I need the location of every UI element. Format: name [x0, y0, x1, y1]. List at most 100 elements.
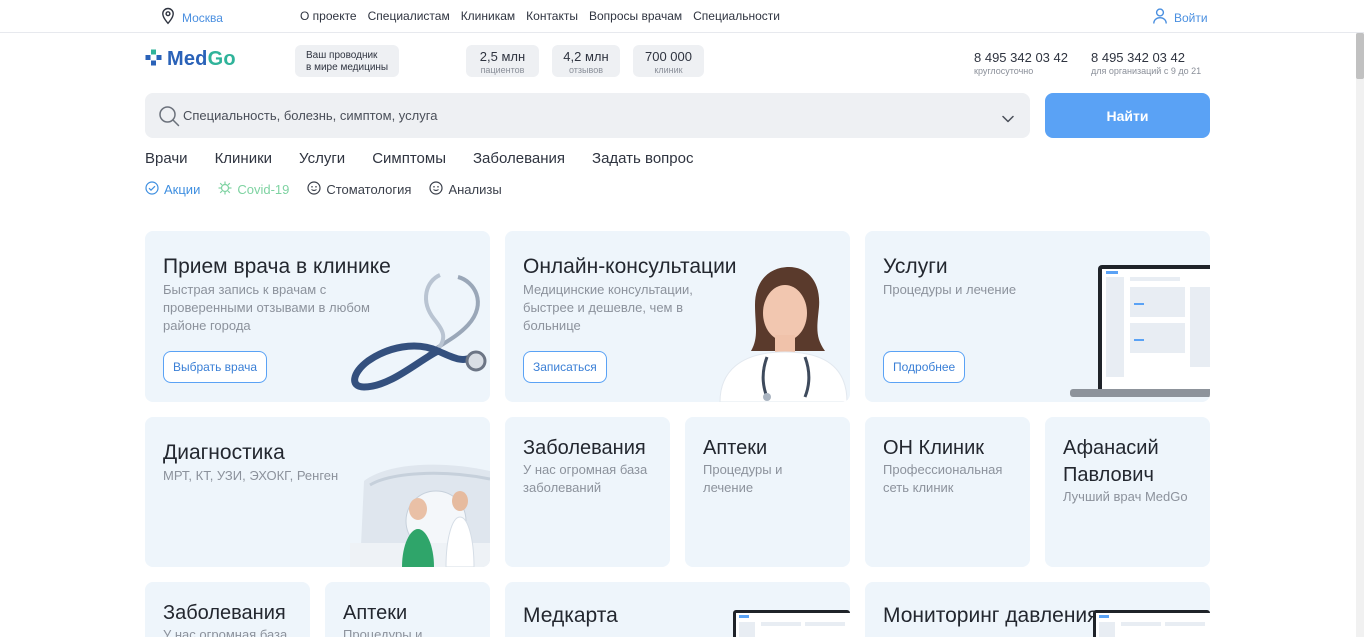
stat-value: 2,5 млн [479, 49, 526, 64]
phone-desc: для организаций с 9 до 21 [1091, 66, 1202, 76]
card-subtitle: Медицинские консультации, быстрее и дешев… [523, 282, 693, 333]
stat-clinics: 700 000 клиник [633, 45, 704, 77]
stat-value: 4,2 млн [563, 49, 609, 64]
quick-link-covid[interactable]: Covid-19 [218, 181, 289, 198]
card-subtitle: Процедуры и [343, 627, 423, 637]
card-title: Мониторинг давления [883, 604, 1099, 627]
card-title: Аптеки [343, 602, 408, 624]
user-icon [1152, 7, 1168, 28]
check-circle-icon [145, 181, 159, 198]
card-diseases-2[interactable]: Заболевания У нас огромная база [145, 582, 310, 637]
scrollbar-track[interactable] [1356, 33, 1364, 637]
card-title: Диагностика [163, 441, 285, 464]
chevron-down-icon[interactable] [1002, 110, 1014, 128]
quick-link-dentistry[interactable]: Стоматология [307, 181, 411, 198]
medcard-screenshot [733, 610, 850, 637]
card-title: Медкарта [523, 604, 618, 627]
card-title: ОН Клиник [883, 437, 985, 459]
card-pharmacies[interactable]: Аптеки Процедуры и лечение [685, 417, 850, 567]
search-input[interactable] [183, 93, 983, 138]
city-label[interactable]: Москва [182, 11, 223, 25]
search-bar [145, 93, 1030, 138]
location-pin-icon [160, 7, 176, 28]
phone-24h[interactable]: 8 495 342 03 42 круглосуточно [974, 50, 1068, 77]
choose-doctor-button[interactable]: Выбрать врача [163, 351, 268, 383]
quick-link-promotions[interactable]: Акции [145, 181, 200, 198]
card-subtitle: Быстрая запись к врачам с проверенными от… [163, 282, 370, 333]
stat-label: пациентов [480, 65, 525, 75]
quick-link-label[interactable]: Covid-19 [237, 182, 289, 197]
login-link[interactable]: Войти [1152, 7, 1208, 28]
card-diseases[interactable]: Заболевания У нас огромная база заболеван… [505, 417, 670, 567]
main-nav-services[interactable]: Услуги [299, 150, 345, 167]
phone-organizations[interactable]: 8 495 342 03 42 для организаций с 9 до 2… [1091, 50, 1201, 77]
quick-link-label[interactable]: Акции [164, 182, 200, 197]
smiley-icon [307, 181, 321, 198]
stat-label: клиник [654, 65, 683, 75]
virus-icon [218, 181, 232, 198]
stat-patients: 2,5 млн пациентов [466, 45, 539, 77]
card-subtitle: Профессиональная сеть клиник [883, 462, 1003, 495]
tagline-badge: Ваш проводник в мире медицины [295, 45, 399, 77]
card-services[interactable]: Услуги Процедуры и лечение Подробнее [865, 231, 1210, 402]
login-label[interactable]: Войти [1174, 11, 1208, 25]
top-nav-contacts[interactable]: Контакты [526, 9, 578, 23]
top-nav-questions[interactable]: Вопросы врачам [589, 9, 682, 23]
card-title: Заболевания [163, 602, 286, 624]
quick-link-label[interactable]: Стоматология [326, 182, 411, 197]
city-selector[interactable]: Москва [160, 7, 223, 28]
phone-desc: круглосуточно [974, 66, 1034, 76]
search-icon [158, 105, 180, 132]
card-subtitle: Лучший врач MedGo [1063, 489, 1188, 504]
top-nav-specialists[interactable]: Специалистам [368, 9, 450, 23]
doctor-photo [719, 267, 848, 402]
find-button[interactable]: Найти [1045, 93, 1210, 138]
card-subtitle: У нас огромная база [163, 627, 288, 637]
card-title: Афанасий Павлович [1063, 437, 1159, 486]
top-nav-specialties[interactable]: Специальности [693, 9, 780, 23]
logo[interactable]: MedGo [145, 48, 236, 71]
main-nav-symptoms[interactable]: Симптомы [372, 150, 446, 167]
card-medical-record[interactable]: Медкарта [505, 582, 850, 637]
quick-link-tests[interactable]: Анализы [429, 181, 502, 198]
card-title: Заболевания [523, 437, 646, 459]
card-subtitle: Процедуры и лечение [883, 282, 1017, 297]
top-nav-clinics[interactable]: Клиникам [461, 9, 515, 23]
card-pressure-monitoring[interactable]: Мониторинг давления [865, 582, 1210, 637]
top-bar: Москва О проекте Специалистам Клиникам К… [0, 0, 1364, 33]
card-title: Аптеки [703, 437, 768, 459]
card-title: Услуги [883, 255, 948, 278]
laptop-screenshot [1070, 265, 1210, 397]
quick-links: Акции Covid-19 Стоматология Анализы [145, 181, 502, 198]
card-subtitle: МРТ, КТ, УЗИ, ЭХОКГ, Ренген [163, 468, 339, 483]
stat-reviews: 4,2 млн отзывов [552, 45, 620, 77]
smiley-icon [429, 181, 444, 198]
main-nav-diseases[interactable]: Заболевания [473, 150, 565, 167]
main-nav-doctors[interactable]: Врачи [145, 150, 188, 167]
quick-link-label[interactable]: Анализы [448, 182, 501, 197]
logo-text: MedGo [167, 48, 236, 70]
phone-number[interactable]: 8 495 342 03 42 [1091, 50, 1201, 65]
main-nav-ask-question[interactable]: Задать вопрос [592, 150, 693, 167]
pressure-screenshot [1093, 610, 1210, 637]
card-on-clinic[interactable]: ОН Клиник Профессиональная сеть клиник [865, 417, 1030, 567]
card-best-doctor[interactable]: Афанасий Павлович Лучший врач MedGo [1045, 417, 1210, 567]
top-nav: О проекте Специалистам Клиникам Контакты… [300, 9, 780, 23]
card-subtitle: У нас огромная база заболеваний [523, 462, 648, 495]
card-clinic-appointment[interactable]: Прием врача в клинике Быстрая запись к в… [145, 231, 490, 402]
stethoscope-illustration [351, 273, 487, 391]
card-pharmacies-2[interactable]: Аптеки Процедуры и [325, 582, 490, 637]
card-online-consultations[interactable]: Онлайн-консультации Медицинские консульт… [505, 231, 850, 402]
main-nav-clinics[interactable]: Клиники [215, 150, 272, 167]
phone-number[interactable]: 8 495 342 03 42 [974, 50, 1068, 65]
medgo-cross-icon [145, 49, 162, 71]
card-diagnostics[interactable]: Диагностика МРТ, КТ, УЗИ, ЭХОКГ, Ренген [145, 417, 490, 567]
card-title: Онлайн-консультации [523, 255, 737, 278]
stat-label: отзывов [569, 65, 603, 75]
book-button[interactable]: Записаться [523, 351, 607, 383]
more-details-button[interactable]: Подробнее [883, 351, 966, 383]
card-subtitle: Процедуры и лечение [703, 462, 783, 495]
top-nav-about[interactable]: О проекте [300, 9, 357, 23]
scrollbar-thumb[interactable] [1356, 33, 1364, 79]
stat-value: 700 000 [645, 49, 692, 64]
